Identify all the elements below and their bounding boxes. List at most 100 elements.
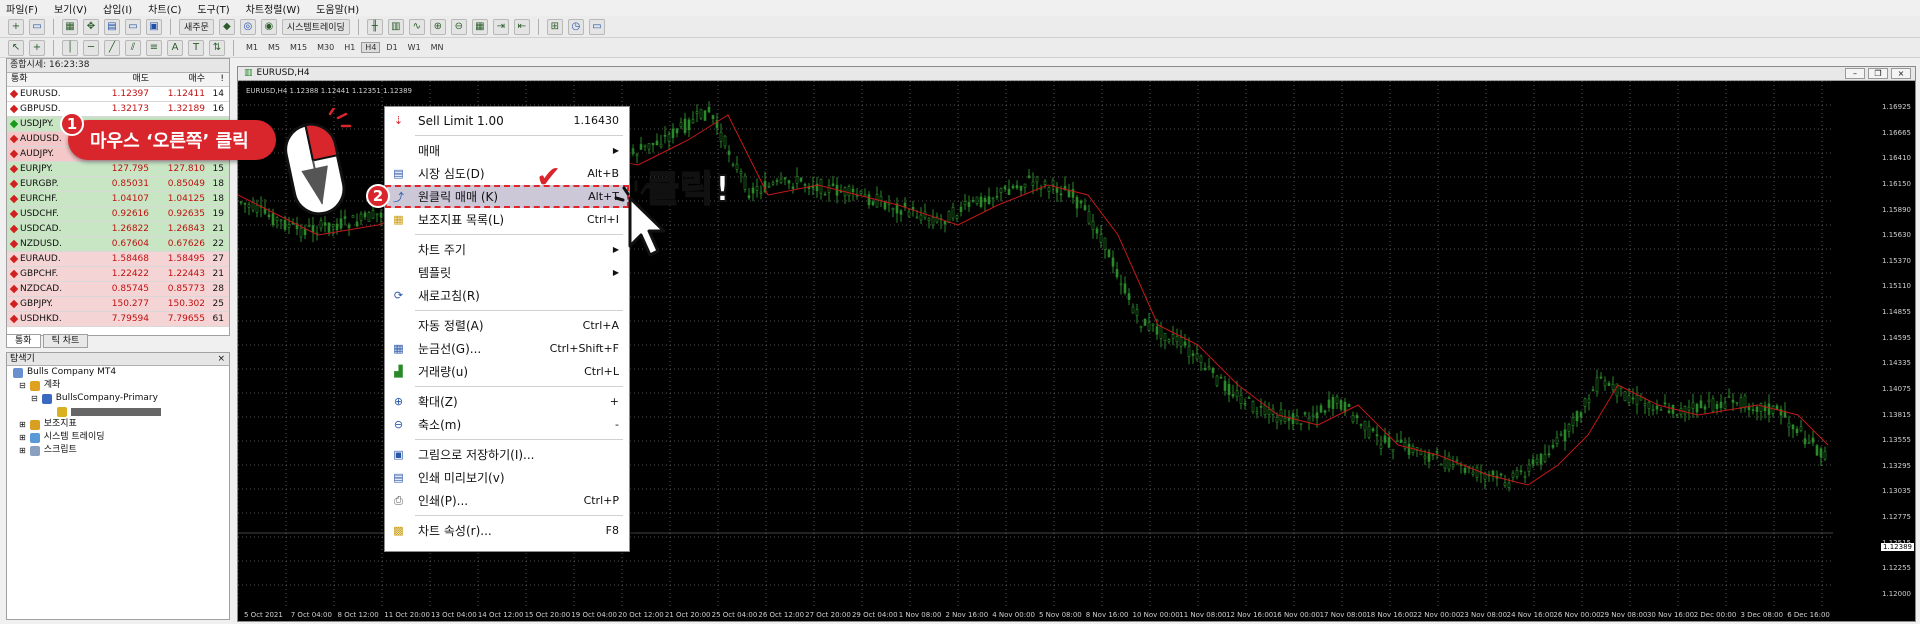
periods-icon[interactable]: ◷ — [567, 18, 584, 35]
zoom-out-tool-icon[interactable]: ⊖ — [450, 18, 467, 35]
chart-shift-icon[interactable]: ⇤ — [513, 18, 530, 35]
bar-chart-icon[interactable]: ╫ — [366, 18, 383, 35]
new-chart-icon[interactable]: + — [8, 18, 24, 35]
close-button[interactable]: × — [1891, 68, 1911, 79]
table-row[interactable]: GBPUSD. 1.32173 1.32189 16 — [7, 102, 229, 117]
context-menu-item[interactable]: ▤ 인쇄 미리보기(v) — [385, 466, 629, 489]
context-menu-item[interactable]: ▦ 눈금선(G)... Ctrl+Shift+F — [385, 337, 629, 360]
channel-icon[interactable]: ⫽ — [125, 39, 141, 56]
context-menu-item[interactable]: 템플릿 ▶ — [385, 261, 629, 284]
nav-item-indicators[interactable]: ⊞ 보조지표 — [7, 418, 229, 431]
context-menu-item[interactable]: ⊖ 축소(m) - — [385, 413, 629, 436]
context-menu-item[interactable]: ⇣ Sell Limit 1.00 1.16430 — [385, 109, 629, 132]
context-menu-item[interactable]: ▣ 그림으로 저장하기(I)... — [385, 443, 629, 466]
table-row[interactable]: NZDUSD. 0.67604 0.67626 22 — [7, 237, 229, 252]
nav-item-scripts[interactable]: ⊞ 스크립트 — [7, 444, 229, 457]
templates-icon[interactable]: ▭ — [588, 18, 605, 35]
expand-icon[interactable]: ⊞ — [19, 444, 26, 457]
context-menu-item[interactable]: ▟ 거래량(u) Ctrl+L — [385, 360, 629, 383]
timeframe-mn[interactable]: MN — [427, 42, 448, 53]
terminal-icon[interactable]: ▭ — [125, 18, 141, 35]
table-row[interactable]: NZDCAD. 0.85745 0.85773 28 — [7, 282, 229, 297]
menu-item[interactable]: 도구(T) — [197, 1, 229, 16]
chart-titlebar[interactable]: ▥ EURUSD,H4 – ❐ × — [238, 67, 1915, 81]
close-icon[interactable]: × — [217, 353, 225, 365]
expand-icon[interactable]: ⊞ — [19, 431, 26, 444]
horizontal-line-icon[interactable]: ─ — [83, 39, 99, 56]
timeframe-m1[interactable]: M1 — [242, 42, 262, 53]
table-row[interactable]: USDCHF. 0.92616 0.92635 19 — [7, 207, 229, 222]
table-row[interactable]: USDCAD. 1.26822 1.26843 21 — [7, 222, 229, 237]
table-row[interactable]: USDHKD. 7.79594 7.79655 61 — [7, 312, 229, 327]
table-row[interactable]: EURUSD. 1.12397 1.12411 14 — [7, 87, 229, 102]
col-ask[interactable]: 매수 — [149, 73, 205, 86]
text-icon[interactable]: A — [167, 39, 183, 56]
fibo-icon[interactable]: ≡ — [146, 39, 162, 56]
timeframe-m30[interactable]: M30 — [313, 42, 338, 53]
profiles-icon[interactable]: ▭ — [29, 18, 45, 35]
menu-item[interactable]: 보기(V) — [54, 1, 87, 16]
autoscroll-icon[interactable]: ⇥ — [492, 18, 509, 35]
tab-symbols[interactable]: 통화 — [6, 334, 41, 348]
context-menu-item[interactable]: ⊕ 확대(Z) + — [385, 390, 629, 413]
restore-button[interactable]: ❐ — [1868, 68, 1888, 79]
metaeditor-icon[interactable]: ◆ — [218, 18, 235, 35]
nav-item-account-number[interactable] — [7, 405, 229, 418]
context-menu-item[interactable]: 매매 ▶ — [385, 139, 629, 162]
new-order-button[interactable]: 새주문 — [179, 18, 214, 35]
menu-item[interactable]: 파일(F) — [6, 1, 38, 16]
cursor-icon[interactable]: ↖ — [8, 39, 24, 56]
nav-item-broker[interactable]: Bulls Company MT4 — [7, 366, 229, 379]
tile-windows-icon[interactable]: ▦ — [471, 18, 488, 35]
candle-chart-icon[interactable]: ▥ — [387, 18, 404, 35]
col-symbol[interactable]: 통화 — [7, 73, 95, 86]
table-row[interactable]: EURCHF. 1.04107 1.04125 18 — [7, 192, 229, 207]
tab-tick-chart[interactable]: 틱 차트 — [42, 334, 89, 348]
nav-item-accounts[interactable]: ⊟ 계좌 — [7, 379, 229, 392]
table-row[interactable]: GBPJPY. 150.277 150.302 25 — [7, 297, 229, 312]
context-menu-item[interactable]: ▩ 차트 속성(r)... F8 — [385, 519, 629, 542]
menu-item[interactable]: 차트(C) — [148, 1, 181, 16]
line-chart-icon[interactable]: ∿ — [408, 18, 425, 35]
collapse-icon[interactable]: ⊟ — [19, 379, 26, 392]
table-row[interactable]: EURGBP. 0.85031 0.85049 18 — [7, 177, 229, 192]
vertical-line-icon[interactable]: │ — [62, 39, 78, 56]
context-menu-item[interactable]: 자동 정렬(A) Ctrl+A — [385, 314, 629, 337]
zoom-in-tool-icon[interactable]: ⊕ — [429, 18, 446, 35]
timeframe-d1[interactable]: D1 — [382, 42, 401, 53]
col-spread[interactable]: ! — [205, 73, 227, 86]
connect-icon[interactable]: ◎ — [239, 18, 256, 35]
minimize-button[interactable]: – — [1845, 68, 1865, 79]
table-row[interactable]: EURJPY. 127.795 127.810 15 — [7, 162, 229, 177]
nav-item-experts[interactable]: ⊞ 시스템 트레이딩 — [7, 431, 229, 444]
table-row[interactable]: GBPCHF. 1.22422 1.22443 21 — [7, 267, 229, 282]
system-trading-button[interactable]: 시스템트레이딩 — [281, 18, 350, 35]
context-menu-item[interactable]: ⟳ 새로고침(R) — [385, 284, 629, 307]
crosshair-icon[interactable]: + — [29, 39, 45, 56]
col-bid[interactable]: 매도 — [95, 73, 149, 86]
timeframe-h1[interactable]: H1 — [340, 42, 359, 53]
menu-item[interactable]: 차트정렬(W) — [246, 1, 301, 16]
market-watch-icon[interactable]: ▦ — [62, 18, 78, 35]
timeframe-m5[interactable]: M5 — [264, 42, 284, 53]
context-menu-item[interactable]: ▤ 시장 심도(D) Alt+B — [385, 162, 629, 185]
menu-item[interactable]: 삽입(I) — [103, 1, 132, 16]
timeframe-w1[interactable]: W1 — [404, 42, 425, 53]
expand-icon[interactable]: ⊞ — [19, 418, 26, 431]
data-window-icon[interactable]: ✥ — [83, 18, 99, 35]
table-row[interactable]: EURAUD. 1.58468 1.58495 27 — [7, 252, 229, 267]
navigator-icon[interactable]: ▤ — [104, 18, 120, 35]
context-menu-item[interactable]: ⎙ 인쇄(P)... Ctrl+P — [385, 489, 629, 512]
menu-item[interactable]: 도움말(H) — [316, 1, 359, 16]
tester-icon[interactable]: ▣ — [146, 18, 162, 35]
context-menu-item[interactable]: ⤴ 원클릭 매매 (K) Alt+T — [385, 185, 629, 208]
indicators-icon[interactable]: ⊞ — [546, 18, 563, 35]
label-icon[interactable]: T — [188, 39, 204, 56]
timeframe-h4[interactable]: H4 — [361, 42, 381, 53]
context-menu-item[interactable]: 차트 주기 ▶ — [385, 238, 629, 261]
timeframe-m15[interactable]: M15 — [286, 42, 311, 53]
context-menu-item[interactable]: ▦ 보조지표 목록(L) Ctrl+I — [385, 208, 629, 231]
trendline-icon[interactable]: ╱ — [104, 39, 120, 56]
signals-icon[interactable]: ◉ — [260, 18, 277, 35]
arrows-icon[interactable]: ⇅ — [209, 39, 225, 56]
